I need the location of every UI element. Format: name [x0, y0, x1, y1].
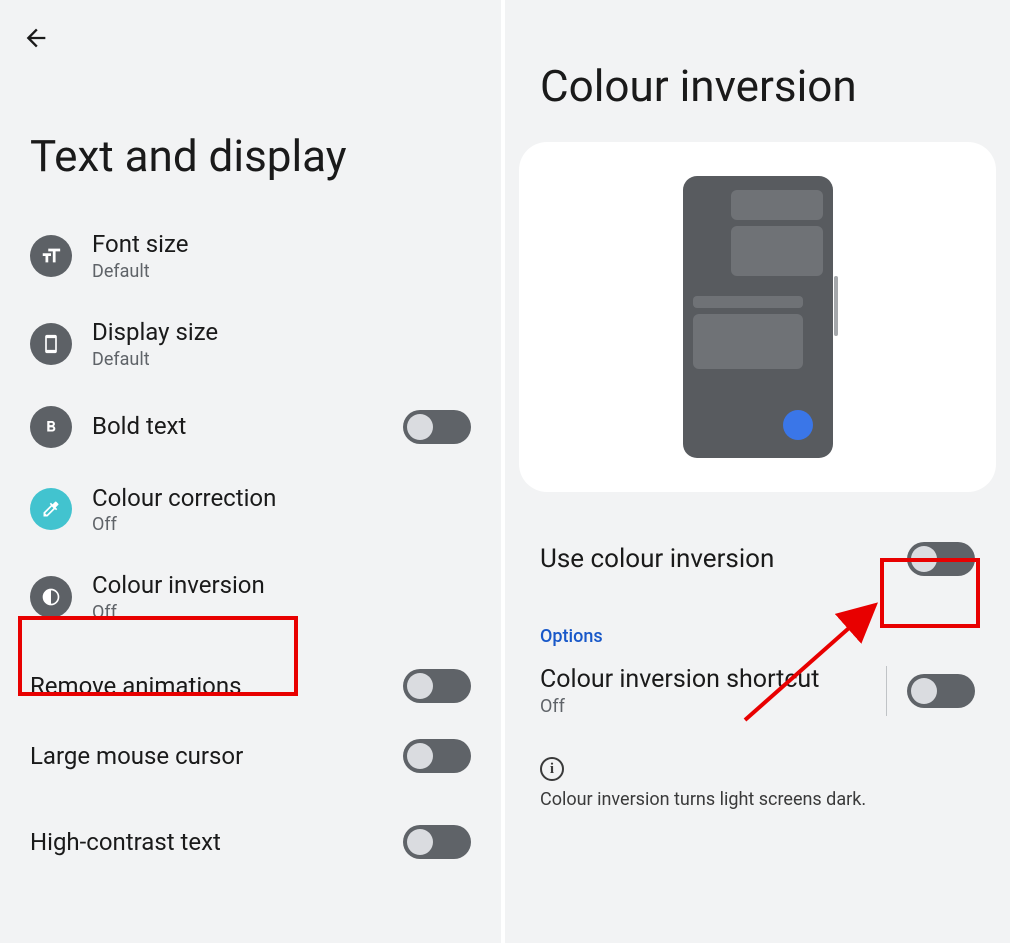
colour-correction-row[interactable]: Colour correction Off [0, 466, 501, 554]
colour-correction-label: Colour correction [92, 484, 471, 513]
bold-icon [30, 406, 72, 448]
font-size-sub: Default [92, 261, 471, 282]
info-icon: i [540, 757, 564, 781]
colour-correction-sub: Off [92, 514, 471, 535]
large-mouse-cursor-row[interactable]: Large mouse cursor [0, 713, 501, 799]
font-size-label: Font size [92, 230, 471, 259]
divider [886, 666, 887, 716]
shortcut-toggle[interactable] [907, 674, 975, 708]
phone-icon [30, 323, 72, 365]
use-colour-inversion-toggle[interactable] [907, 542, 975, 576]
colour-inversion-label: Colour inversion [92, 571, 471, 600]
page-title: Colour inversion [540, 60, 1010, 112]
remove-animations-row[interactable]: Remove animations [0, 641, 501, 713]
display-size-sub: Default [92, 349, 471, 370]
invert-colours-icon [30, 576, 72, 618]
remove-animations-label: Remove animations [30, 672, 403, 701]
display-size-row[interactable]: Display size Default [0, 300, 501, 388]
high-contrast-text-row[interactable]: High-contrast text [0, 799, 501, 885]
bold-text-toggle[interactable] [403, 410, 471, 444]
large-mouse-cursor-label: Large mouse cursor [30, 742, 403, 771]
preview-card [519, 142, 996, 492]
bold-text-row[interactable]: Bold text [0, 388, 501, 466]
bold-text-label: Bold text [92, 412, 403, 441]
back-button[interactable] [22, 24, 50, 52]
text-and-display-screen: Text and display Font size Default Displ… [0, 0, 505, 943]
large-mouse-cursor-toggle[interactable] [403, 739, 471, 773]
colour-inversion-row[interactable]: Colour inversion Off [0, 553, 501, 641]
use-colour-inversion-label: Use colour inversion [540, 544, 907, 574]
display-size-label: Display size [92, 318, 471, 347]
options-header: Options [505, 596, 1010, 655]
shortcut-row[interactable]: Colour inversion shortcut Off [505, 655, 1010, 737]
high-contrast-text-toggle[interactable] [403, 825, 471, 859]
colour-inversion-screen: Colour inversion Use colour inversion Op… [505, 0, 1010, 943]
phone-preview-icon [683, 176, 833, 458]
shortcut-sub: Off [540, 696, 866, 717]
shortcut-label: Colour inversion shortcut [540, 665, 866, 694]
eyedropper-icon [30, 488, 72, 530]
text-size-icon [30, 235, 72, 277]
colour-inversion-sub: Off [92, 602, 471, 623]
use-colour-inversion-row[interactable]: Use colour inversion [505, 492, 1010, 596]
remove-animations-toggle[interactable] [403, 669, 471, 703]
info-text: Colour inversion turns light screens dar… [505, 789, 1010, 810]
high-contrast-text-label: High-contrast text [30, 828, 403, 857]
font-size-row[interactable]: Font size Default [0, 212, 501, 300]
page-title: Text and display [30, 130, 501, 182]
